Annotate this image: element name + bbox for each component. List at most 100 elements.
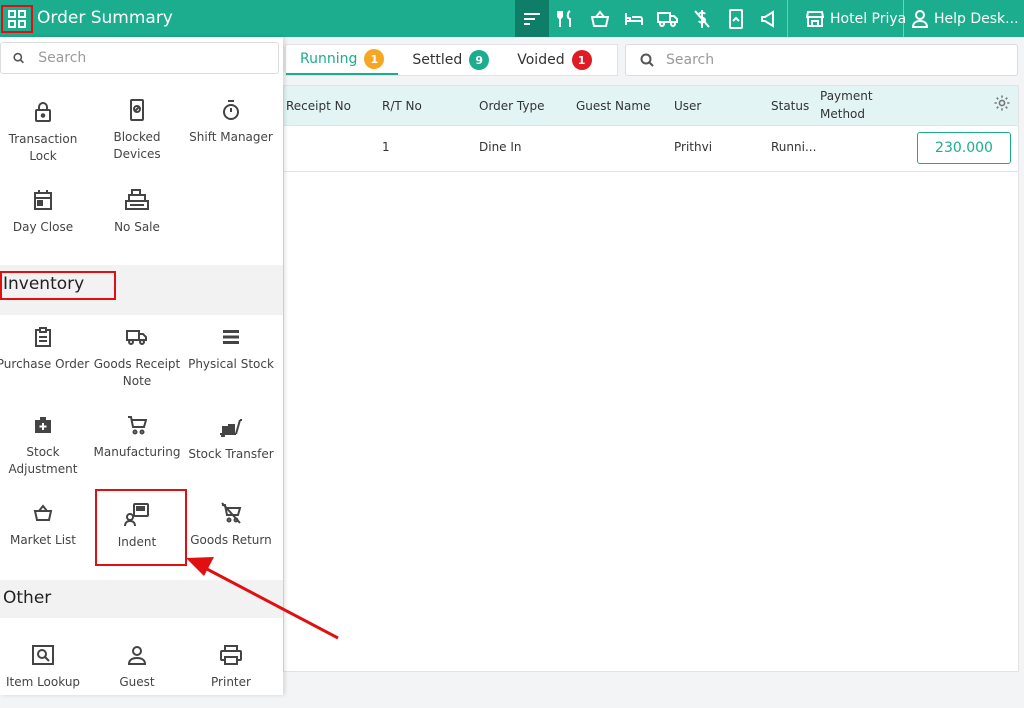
column-header[interactable]: Order Type <box>479 97 544 115</box>
rt-no-cell: 1 <box>382 140 390 154</box>
menu-item-stock-transfer[interactable]: Stock Transfer <box>184 412 278 480</box>
inventory-highlight-box <box>0 271 116 300</box>
menu-item-item-lookup[interactable]: Item Lookup <box>0 640 90 708</box>
calendar-icon <box>34 190 52 210</box>
running-count-badge: 1 <box>364 49 385 69</box>
table-header: Receipt No R/T No Order Type Guest Name … <box>284 86 1018 126</box>
tab-settled[interactable]: Settled 9 <box>398 45 503 75</box>
mobile-order-icon[interactable] <box>719 0 753 37</box>
menu-item-physical-stock[interactable]: Physical Stock <box>184 322 278 390</box>
menu-item-printer[interactable]: Printer <box>184 640 278 708</box>
hotel-selector[interactable]: Hotel Priya <box>798 0 914 37</box>
no-money-icon[interactable] <box>685 0 719 37</box>
menu-item-label: Transaction Lock <box>8 132 78 163</box>
toolbar-icons <box>515 0 788 37</box>
menu-item-label: Goods Return <box>190 533 272 547</box>
cart-off-icon <box>221 502 242 524</box>
column-header[interactable]: Payment Method <box>820 87 880 123</box>
tab-running[interactable]: Running 1 <box>286 45 399 75</box>
medkit-icon <box>35 417 51 433</box>
menu-item-goods-return[interactable]: Goods Return <box>184 498 278 566</box>
search-icon <box>13 52 24 64</box>
menu-item-label: No Sale <box>114 220 160 234</box>
tab-voided-label: Voided <box>517 52 565 68</box>
restaurant-icon[interactable] <box>549 0 583 37</box>
person-icon <box>912 9 928 28</box>
voided-count-badge: 1 <box>571 50 592 70</box>
menu-item-no-sale[interactable]: No Sale <box>90 185 184 253</box>
order-search-input[interactable] <box>666 52 966 68</box>
menu-item-purchase-order[interactable]: Purchase Order <box>0 322 90 390</box>
menu-item-manufacturing[interactable]: Manufacturing <box>90 410 184 478</box>
cash-register-icon <box>125 189 149 210</box>
menu-item-blocked-devices[interactable]: Blocked Devices <box>90 95 184 163</box>
cart-icon <box>128 416 147 435</box>
truck-icon <box>126 330 147 345</box>
menu-item-shift-manager[interactable]: Shift Manager <box>184 95 278 163</box>
menu-item-day-close[interactable]: Day Close <box>0 185 90 253</box>
menu-item-stock-adjustment[interactable]: Stock Adjustment <box>0 410 90 478</box>
menu-item-market-list[interactable]: Market List <box>0 498 90 566</box>
gear-icon[interactable] <box>993 94 1011 112</box>
delivery-truck-icon[interactable] <box>651 0 685 37</box>
order-status-tabs: Running 1 Settled 9 Voided 1 <box>285 44 618 76</box>
help-desk-label: Help Desk... <box>934 10 1019 27</box>
drawer-search-input[interactable] <box>38 50 278 66</box>
indent-highlight-box <box>95 489 187 566</box>
list-icon <box>223 330 239 344</box>
orders-table: Receipt No R/T No Order Type Guest Name … <box>283 85 1019 672</box>
clipboard-icon <box>35 327 51 347</box>
table-row[interactable]: 1 Dine In Prithvi Runni... 230.000 <box>284 126 1018 172</box>
menu-item-label: Guest <box>119 675 155 689</box>
user-cell: Prithvi <box>674 140 713 154</box>
menu-item-label: Stock Transfer <box>188 447 274 461</box>
page-title: Order Summary <box>37 8 173 28</box>
lookup-icon <box>32 645 54 665</box>
menu-item-label: Manufacturing <box>93 445 181 459</box>
tab-voided[interactable]: Voided 1 <box>503 45 605 75</box>
amount-button[interactable]: 230.000 <box>917 132 1011 164</box>
search-icon <box>640 53 654 67</box>
blocked-device-icon <box>130 99 144 121</box>
menu-item-label: Day Close <box>12 220 74 234</box>
column-header[interactable]: Receipt No <box>286 97 351 115</box>
drawer-search-box <box>0 42 279 74</box>
order-type-cell: Dine In <box>479 140 522 154</box>
column-header[interactable]: Guest Name <box>576 97 650 115</box>
menu-item-label: Goods Receipt Note <box>93 357 181 388</box>
tab-settled-label: Settled <box>412 52 463 68</box>
menu-item-label: Blocked Devices <box>113 130 161 161</box>
menu-item-transaction-lock[interactable]: Transaction Lock <box>0 97 90 165</box>
menu-item-goods-receipt-note[interactable]: Goods Receipt Note <box>90 322 184 390</box>
sort-icon[interactable] <box>515 0 549 37</box>
status-cell: Runni... <box>771 140 817 154</box>
column-header[interactable]: User <box>674 97 701 115</box>
column-header[interactable]: Status <box>771 97 809 115</box>
stopwatch-icon <box>223 100 239 120</box>
menu-item-label: Physical Stock <box>188 357 274 371</box>
menu-item-label: Stock Adjustment <box>8 445 78 476</box>
basket-icon <box>33 504 53 521</box>
bed-icon[interactable] <box>617 0 651 37</box>
store-icon <box>806 10 824 27</box>
person-icon <box>128 646 146 665</box>
menu-item-label: Shift Manager <box>189 130 273 144</box>
menu-item-label: Market List <box>9 533 77 547</box>
menu-item-label: Printer <box>211 675 251 689</box>
order-search-box <box>625 44 1018 76</box>
other-title: Other <box>3 588 52 608</box>
settled-count-badge: 9 <box>469 50 490 70</box>
apps-grid-button[interactable] <box>1 5 33 33</box>
menu-item-guest[interactable]: Guest <box>90 640 184 708</box>
menu-item-label: Purchase Order <box>0 357 90 371</box>
toolbar-divider <box>787 0 788 37</box>
top-bar: Order Summary Hotel Priya Help Desk... <box>0 0 1024 37</box>
other-section-header: Other <box>0 580 283 618</box>
tab-running-label: Running <box>300 51 358 67</box>
grid-icon <box>8 10 26 28</box>
megaphone-icon[interactable] <box>753 0 787 37</box>
basket-icon[interactable] <box>583 0 617 37</box>
help-desk-button[interactable]: Help Desk... <box>904 0 1024 37</box>
printer-icon <box>220 645 242 665</box>
column-header[interactable]: R/T No <box>382 97 422 115</box>
